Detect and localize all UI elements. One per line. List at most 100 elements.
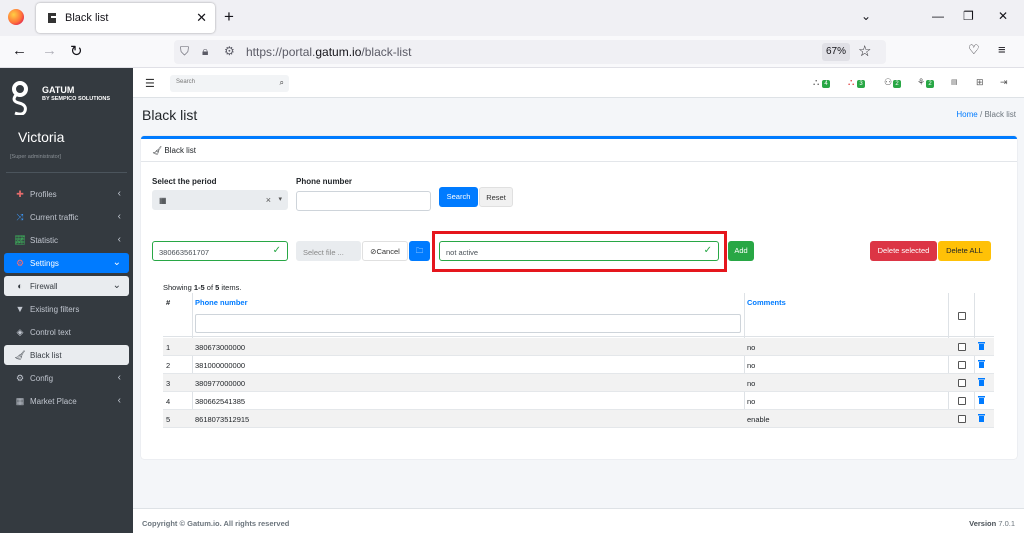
lock-icon[interactable]: 🔒︎ — [202, 44, 208, 59]
clear-icon[interactable]: × — [266, 195, 271, 205]
search-button[interactable]: Search — [439, 187, 478, 207]
delete-selected-button[interactable]: Delete selected — [870, 241, 937, 261]
logout-icon[interactable]: ⇥ — [1000, 77, 1014, 88]
card-title: 🧹︎ Black list — [152, 146, 196, 155]
trash-icon[interactable] — [978, 396, 985, 404]
sidebar-item-black-list[interactable]: 🧹︎ Black list — [4, 345, 129, 365]
folder-icon: 🗀︎ — [415, 246, 424, 255]
sidebar-divider — [6, 172, 127, 173]
reset-button[interactable]: Reset — [479, 187, 513, 207]
phone-number-input[interactable]: 380663561707 ✓ — [152, 241, 288, 261]
sidebar-item-label: Control text — [30, 328, 71, 337]
sidebar-item-control-text[interactable]: ◈ Control text — [4, 322, 129, 342]
phone-filter-input[interactable] — [296, 191, 431, 211]
caret-down-icon[interactable]: ▾ — [278, 195, 282, 203]
url-text[interactable]: https://portal.gatum.io/black-list — [246, 45, 411, 59]
sidebar-item-label: Market Place — [30, 397, 77, 406]
row-checkbox[interactable] — [958, 379, 966, 387]
period-select[interactable]: ▦ × ▾ — [152, 190, 288, 210]
header-phone-sort[interactable]: Phone number — [195, 298, 248, 307]
messages-icon[interactable]: ⛬ 4 — [813, 77, 830, 88]
minimize-icon[interactable]: — — [932, 9, 944, 23]
row-checkbox[interactable] — [958, 361, 966, 369]
page-footer: Copyright © Gatum.io. All rights reserve… — [133, 508, 1024, 533]
brand-subtitle: BY SEMPICO SOLUTIONS — [42, 96, 111, 102]
trash-icon[interactable] — [978, 360, 985, 368]
firefox-logo-icon[interactable] — [8, 9, 24, 25]
forward-icon[interactable]: → — [42, 42, 57, 59]
gatum-logo — [12, 81, 28, 115]
file-input[interactable]: Select file ... — [296, 241, 361, 261]
browser-tab[interactable]: Black list ✕ — [36, 3, 215, 33]
alerts-icon[interactable]: ⛬ 3 — [848, 77, 865, 88]
language-flag-icon[interactable]: ▤ — [951, 78, 965, 89]
table-header: # Phone number Comments — [163, 293, 994, 337]
chevron-left-icon: ‹ — [117, 372, 121, 383]
sidebar-item-profiles[interactable]: ✚ Profiles ‹ — [4, 184, 129, 204]
search-icon[interactable]: ⌕ — [280, 78, 284, 88]
reload-icon[interactable]: ↻ — [70, 42, 83, 60]
header-comments-sort[interactable]: Comments — [747, 298, 786, 307]
browse-folder-button[interactable]: 🗀︎ — [409, 241, 430, 261]
trash-icon[interactable] — [978, 342, 985, 350]
check-icon: ✓ — [272, 245, 281, 256]
header-search-input[interactable]: Search ⌕ — [170, 75, 289, 92]
sidebar-item-existing-filters[interactable]: ▼ Existing filters — [4, 299, 129, 319]
add-button[interactable]: Add — [728, 241, 754, 261]
brand-name: GATUM — [42, 85, 75, 95]
close-window-icon[interactable]: ✕ — [998, 9, 1008, 23]
fullscreen-icon[interactable]: ⊞ — [976, 77, 990, 88]
tab-list-chevron-icon[interactable]: ⌄ — [861, 9, 871, 23]
new-tab-icon[interactable]: + — [224, 7, 234, 27]
pocket-icon[interactable]: ♡ — [968, 42, 980, 58]
table-row: 1 380673000000 no — [163, 338, 994, 356]
permissions-icon[interactable]: ⚙ — [224, 44, 235, 58]
chevron-down-icon: ⌄ — [112, 280, 121, 291]
period-label: Select the period — [152, 177, 217, 186]
restore-icon[interactable]: ❐ — [963, 9, 974, 23]
breadcrumb-home-link[interactable]: Home — [956, 110, 977, 119]
sidebar-item-firewall[interactable]: ◐ Firewall ⌄ — [4, 276, 129, 296]
shield-icon[interactable]: ⛉ — [180, 44, 189, 59]
tasks-icon[interactable]: ⚘ 2 — [917, 77, 934, 88]
zoom-level[interactable]: 67% — [822, 43, 850, 61]
cogs-icon: ⚙ — [15, 258, 25, 268]
sidebar-item-market-place[interactable]: ▦ Market Place ‹ — [4, 391, 129, 411]
grid-icon: ▦ — [15, 396, 25, 406]
users-icon[interactable]: ⚇ 2 — [884, 77, 901, 88]
card-header: 🧹︎ Black list — [141, 139, 1017, 162]
sidebar-item-label: Profiles — [30, 190, 57, 199]
table-row: 3 380977000000 no — [163, 374, 994, 392]
cancel-file-button[interactable]: ⊘Cancel — [362, 241, 408, 261]
sidebar-item-config[interactable]: ⚙ Config ‹ — [4, 368, 129, 388]
phone-label: Phone number — [296, 177, 353, 186]
sidebar-item-current-traffic[interactable]: ⤨ Current traffic ‹ — [4, 207, 129, 227]
calendar-icon: ▦ — [159, 196, 167, 205]
trash-icon[interactable] — [978, 414, 985, 422]
close-tab-icon[interactable]: ✕ — [196, 10, 207, 26]
sidebar: GATUM BY SEMPICO SOLUTIONS Victoria [Sup… — [0, 68, 133, 533]
breadcrumb-current: Black list — [984, 110, 1016, 119]
trash-icon[interactable] — [978, 378, 985, 386]
bookmark-star-icon[interactable]: ☆ — [858, 42, 871, 60]
row-checkbox[interactable] — [958, 397, 966, 405]
table-row: 2 381000000000 no — [163, 356, 994, 374]
select-all-checkbox[interactable] — [958, 312, 966, 320]
user-name[interactable]: Victoria — [18, 129, 64, 145]
url-bar[interactable]: ⛉ 🔒︎ ⚙ https://portal.gatum.io/black-lis… — [174, 40, 886, 64]
hamburger-menu-icon[interactable]: ☰ — [145, 77, 155, 90]
shield-icon: ◐ — [17, 281, 23, 291]
header-num: # — [166, 298, 171, 307]
table-row: 4 380662541385 no — [163, 392, 994, 410]
delete-all-button[interactable]: Delete ALL — [938, 241, 991, 261]
phone-column-filter[interactable] — [195, 314, 741, 333]
sidebar-item-label: Statistic — [30, 236, 59, 245]
back-icon[interactable]: ← — [12, 42, 27, 59]
row-checkbox[interactable] — [958, 343, 966, 351]
tab-title: Black list — [65, 12, 109, 24]
sidebar-item-statistic[interactable]: 📈︎ Statistic ‹ — [4, 230, 129, 250]
row-checkbox[interactable] — [958, 415, 966, 423]
chevron-left-icon: ‹ — [117, 211, 121, 222]
menu-icon[interactable]: ≡ — [998, 42, 1006, 57]
sidebar-item-settings[interactable]: ⚙ Settings ⌄ — [4, 253, 129, 273]
